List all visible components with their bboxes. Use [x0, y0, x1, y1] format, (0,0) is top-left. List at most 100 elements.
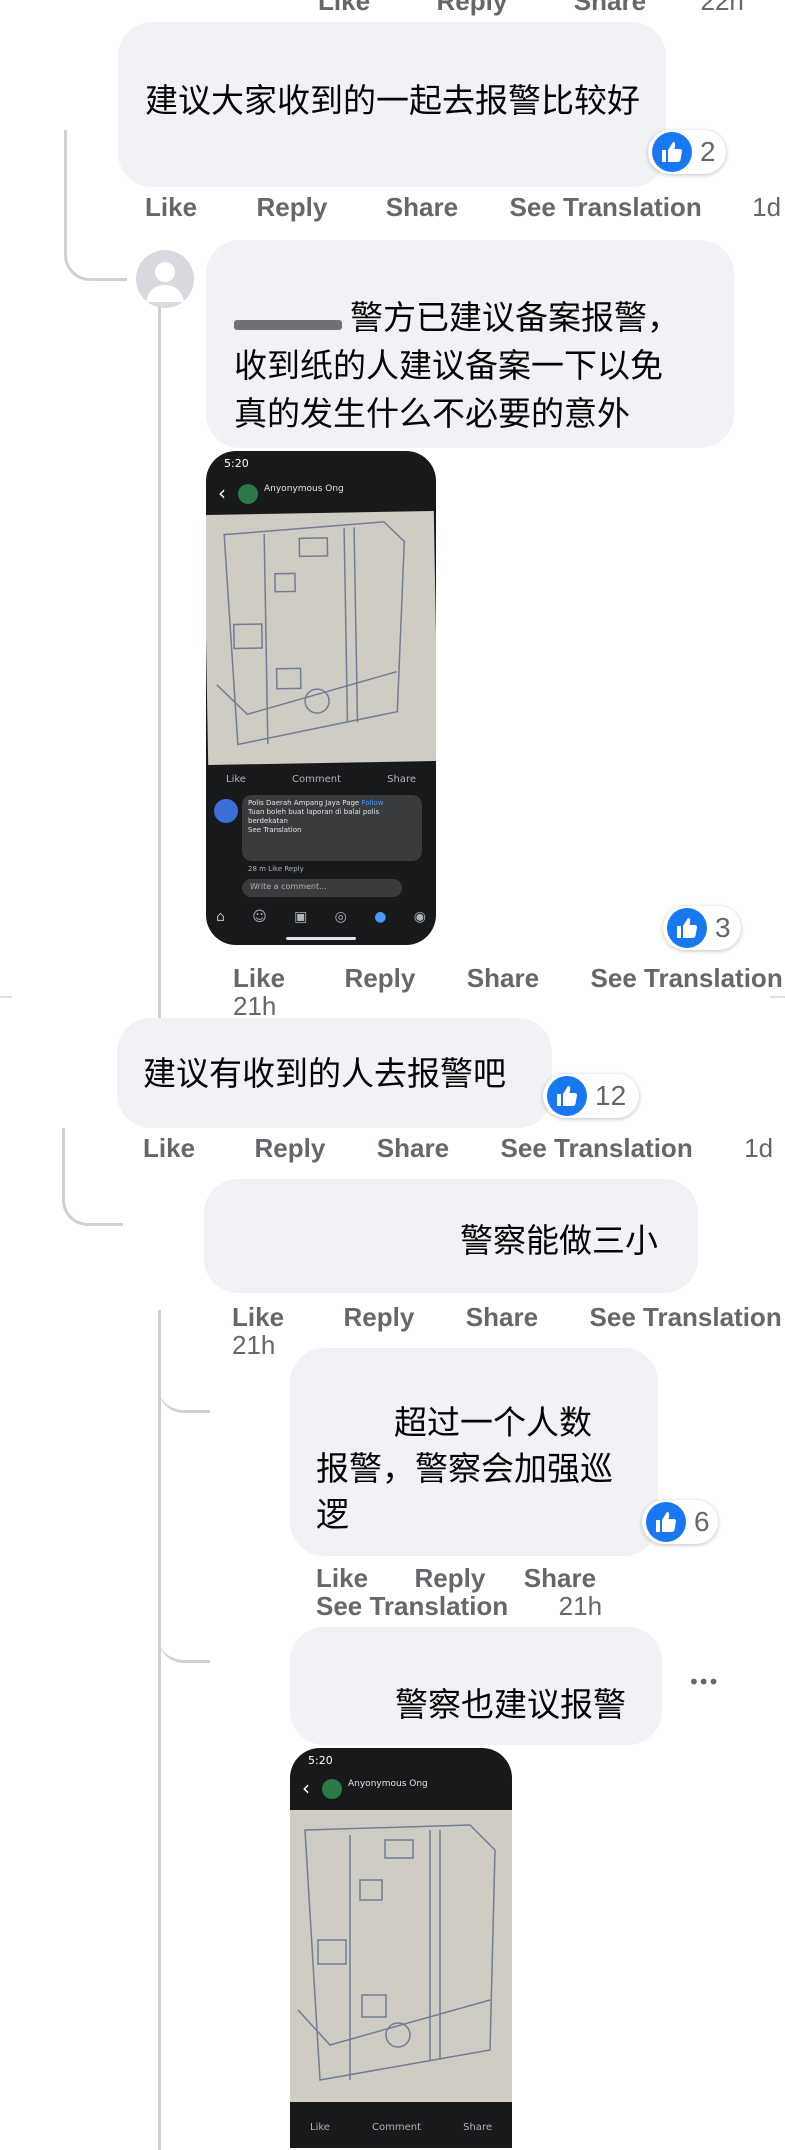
comment-label: Comment: [292, 774, 342, 785]
see-translation-link[interactable]: See Translation: [510, 192, 702, 223]
thumbs-up-icon: [547, 1076, 587, 1116]
comment-actions-row2: See Translation 21h: [316, 1591, 602, 1622]
divider: [770, 996, 785, 998]
home-indicator: [286, 937, 356, 940]
comment-text-line: 逻: [316, 1495, 349, 1534]
comment-actions: Like Reply Share See Translation 1d: [145, 192, 781, 223]
embedded-reply-text: Tuan boleh buat laporan di balai polis b…: [248, 808, 380, 825]
comment-text: 警察能做三小: [460, 1221, 658, 1260]
bottom-nav: ⌂ ☺ ▣ ◎ ● ◉: [216, 909, 426, 925]
timestamp: 1d: [744, 1133, 774, 1163]
reply-link[interactable]: Reply: [255, 1133, 326, 1164]
avatar: [322, 1779, 342, 1799]
share-label: Share: [387, 774, 416, 785]
see-translation-link[interactable]: See Translation: [501, 1133, 693, 1164]
post-author: Anyonymous Ong: [348, 1779, 428, 1789]
comment-actions: Like Reply Share: [316, 1563, 596, 1594]
back-arrow-icon: ‹: [218, 481, 226, 505]
like-link[interactable]: Like: [318, 0, 370, 17]
comment-text-line: 警方已建议备案报警，: [350, 298, 680, 337]
marketplace-icon: ▣: [294, 909, 308, 925]
write-comment-field: Write a comment...: [242, 879, 402, 897]
share-label: Share: [463, 2122, 492, 2133]
thread-line: [158, 305, 161, 1020]
reply-link[interactable]: Reply: [257, 192, 328, 223]
like-link[interactable]: Like: [233, 963, 285, 994]
share-link[interactable]: Share: [377, 1133, 449, 1164]
home-icon: ⌂: [216, 909, 225, 925]
top-partial-actions: Like Reply Share 22h: [318, 0, 744, 17]
status-bar: 5:20: [224, 457, 249, 470]
timestamp: 1d: [752, 192, 782, 222]
page-avatar: [214, 799, 238, 823]
follow-label: Follow: [361, 799, 384, 807]
see-translation-link[interactable]: See Translation: [590, 1302, 782, 1333]
share-link[interactable]: Share: [574, 0, 646, 17]
share-link[interactable]: Share: [386, 192, 458, 223]
comment-actions: Like Reply Share See Translation 1d: [143, 1133, 773, 1164]
back-arrow-icon: ‹: [302, 1776, 310, 1800]
default-avatar-icon: [146, 262, 184, 302]
reply-link[interactable]: Reply: [345, 963, 416, 994]
thread-line: [158, 1310, 161, 2150]
like-label: Like: [310, 2122, 330, 2133]
sketch-drawing: [216, 521, 406, 746]
timestamp: 22h: [700, 0, 744, 16]
see-translation-link[interactable]: See Translation: [316, 1591, 508, 1622]
comment-text-line: 收到纸的人建议备案一下以免: [234, 346, 663, 385]
divider: [0, 996, 12, 998]
paper-photo: [290, 1810, 512, 2102]
page-name: Polis Daerah Ampang Jaya Page: [248, 799, 360, 807]
comment-label: Comment: [372, 2122, 422, 2133]
like-link[interactable]: Like: [316, 1563, 368, 1594]
reply-link[interactable]: Reply: [344, 1302, 415, 1333]
status-bar: 5:20: [308, 1754, 333, 1767]
like-link[interactable]: Like: [145, 192, 197, 223]
see-translation-link[interactable]: See Translation: [591, 963, 783, 994]
thread-line: [158, 1620, 210, 1663]
reaction-count: 3: [715, 912, 731, 943]
thread-line: [62, 1128, 123, 1226]
avatar[interactable]: [136, 250, 194, 308]
reaction-badge[interactable]: 6: [642, 1500, 718, 1544]
menu-icon: ◉: [413, 909, 426, 925]
comment-photo[interactable]: 5:20 ‹ Anyonymous Ong Like Comment Share…: [206, 451, 436, 945]
embedded-comment: Polis Daerah Ampang Jaya Page Follow Tua…: [242, 795, 422, 861]
like-label: Like: [226, 774, 246, 785]
comment-photo[interactable]: 5:20 ‹ Anyonymous Ong Like Comment Share: [290, 1748, 512, 2148]
timestamp: 21h: [232, 1330, 276, 1360]
share-link[interactable]: Share: [467, 963, 539, 994]
thumbs-up-icon: [646, 1502, 686, 1542]
reply-link[interactable]: Reply: [415, 1563, 486, 1594]
thread-line: [158, 1360, 210, 1413]
thumbs-up-icon: [652, 132, 692, 172]
like-link[interactable]: Like: [143, 1133, 195, 1164]
profile-icon: ◎: [334, 909, 347, 925]
sketch-drawing: [297, 1824, 496, 2081]
embedded-meta: 28 m Like Reply: [248, 865, 304, 873]
comment-text: 建议大家收到的一起去报警比较好: [145, 81, 640, 120]
reply-link[interactable]: Reply: [437, 0, 508, 17]
embedded-translation: See Translation: [248, 826, 302, 834]
reaction-badge[interactable]: 12: [543, 1074, 639, 1118]
reaction-count: 6: [694, 1506, 710, 1537]
post-action-bar: Like Comment Share: [226, 774, 416, 785]
share-link[interactable]: Share: [524, 1563, 596, 1594]
friends-icon: ☺: [252, 909, 267, 925]
comment-text: 建议有收到的人去报警吧: [143, 1054, 506, 1093]
avatar: [238, 484, 258, 504]
paper-photo: [206, 511, 436, 765]
more-options-icon[interactable]: •••: [688, 1670, 719, 1694]
timestamp: 21h: [558, 1591, 603, 1621]
post-author: Anyonymous Ong: [264, 484, 344, 494]
comment-text-line: 真的发生什么不必要的意外: [234, 394, 630, 433]
reaction-badge[interactable]: 2: [648, 130, 726, 174]
reaction-count: 12: [595, 1080, 627, 1111]
like-link[interactable]: Like: [232, 1302, 284, 1333]
reaction-badge[interactable]: 3: [663, 906, 741, 950]
comment-text-line: 报警，警察会加强巡: [316, 1449, 613, 1488]
comment-actions: Like Reply Share See Translation: [233, 963, 783, 994]
notifications-icon: ●: [374, 909, 387, 925]
share-link[interactable]: Share: [466, 1302, 538, 1333]
comment-text-line: 超过一个人数: [394, 1403, 592, 1442]
